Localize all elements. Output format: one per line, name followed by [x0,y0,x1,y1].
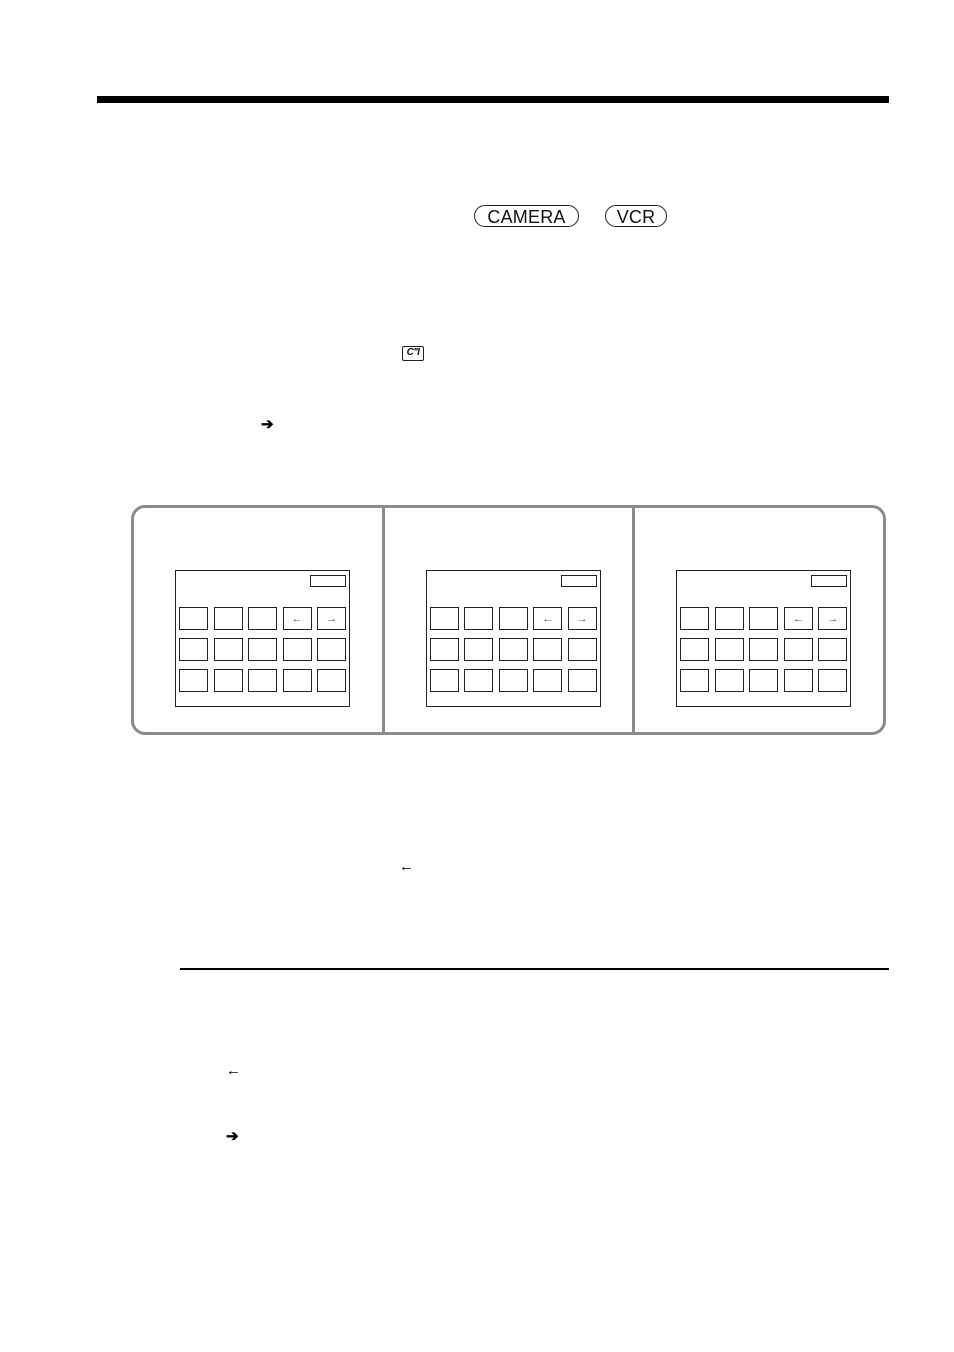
next-arrow-button: → [317,607,346,630]
screen-button [248,669,277,692]
screen-button [179,607,208,630]
illustration-panel-1: ← → [134,508,382,732]
screen-button [680,607,710,630]
screen-button [533,638,563,661]
illustration-panel-3: ← → [632,508,883,732]
section-divider [180,968,889,970]
touch-panel-screen: ← → [425,570,601,707]
arrow-right-icon: ➔ [261,416,274,433]
screen-button [533,669,563,692]
camera-mode-badge: CAMERA [474,205,579,227]
screen-button [248,607,277,630]
screen-button [818,638,848,661]
screen-button [818,669,848,692]
prev-arrow-button: ← [533,607,563,630]
screen-button [248,638,277,661]
button-grid: ← → [179,607,346,692]
screen-button [464,669,494,692]
screen-button [714,669,744,692]
screen-tab-button [560,575,597,587]
prev-arrow-button: ← [282,607,312,630]
screen-button [429,638,459,661]
screen-illustration-group: ← → ← → ← → [131,505,886,735]
arrow-right-icon: ➔ [226,1128,239,1145]
touch-panel-screen: ← → [175,570,350,707]
screen-button [213,607,243,630]
screen-button [429,607,459,630]
next-arrow-button: → [818,607,848,630]
screen-button [498,607,528,630]
screen-button [567,669,597,692]
screen-button [282,669,312,692]
screen-button [179,669,208,692]
screen-button [749,638,779,661]
prev-arrow-button: ← [783,607,813,630]
screen-button [749,607,779,630]
screen-button [714,607,744,630]
button-grid: ← → [429,607,597,692]
screen-button [714,638,744,661]
screen-button [464,607,494,630]
screen-button [567,638,597,661]
arrow-left-icon: ← [399,858,414,875]
arrow-left-icon: ← [226,1062,241,1079]
screen-button [464,638,494,661]
vcr-mode-badge: VCR [605,205,667,227]
touch-panel-screen: ← → [676,570,852,707]
screen-button [783,669,813,692]
screen-button [317,669,346,692]
screen-button [213,638,243,661]
tele-macro-icon: C′′I [402,346,424,361]
screen-button [783,638,813,661]
screen-button [498,638,528,661]
screen-button [213,669,243,692]
illustration-panel-2: ← → [381,508,633,732]
top-rule [97,96,889,103]
screen-button [749,669,779,692]
button-grid: ← → [680,607,848,692]
screen-button [680,638,710,661]
screen-tab-button [811,575,848,587]
screen-button [429,669,459,692]
next-arrow-button: → [567,607,597,630]
screen-button [680,669,710,692]
screen-button [317,638,346,661]
screen-button [498,669,528,692]
screen-button [179,638,208,661]
screen-tab-button [310,575,346,587]
screen-button [282,638,312,661]
